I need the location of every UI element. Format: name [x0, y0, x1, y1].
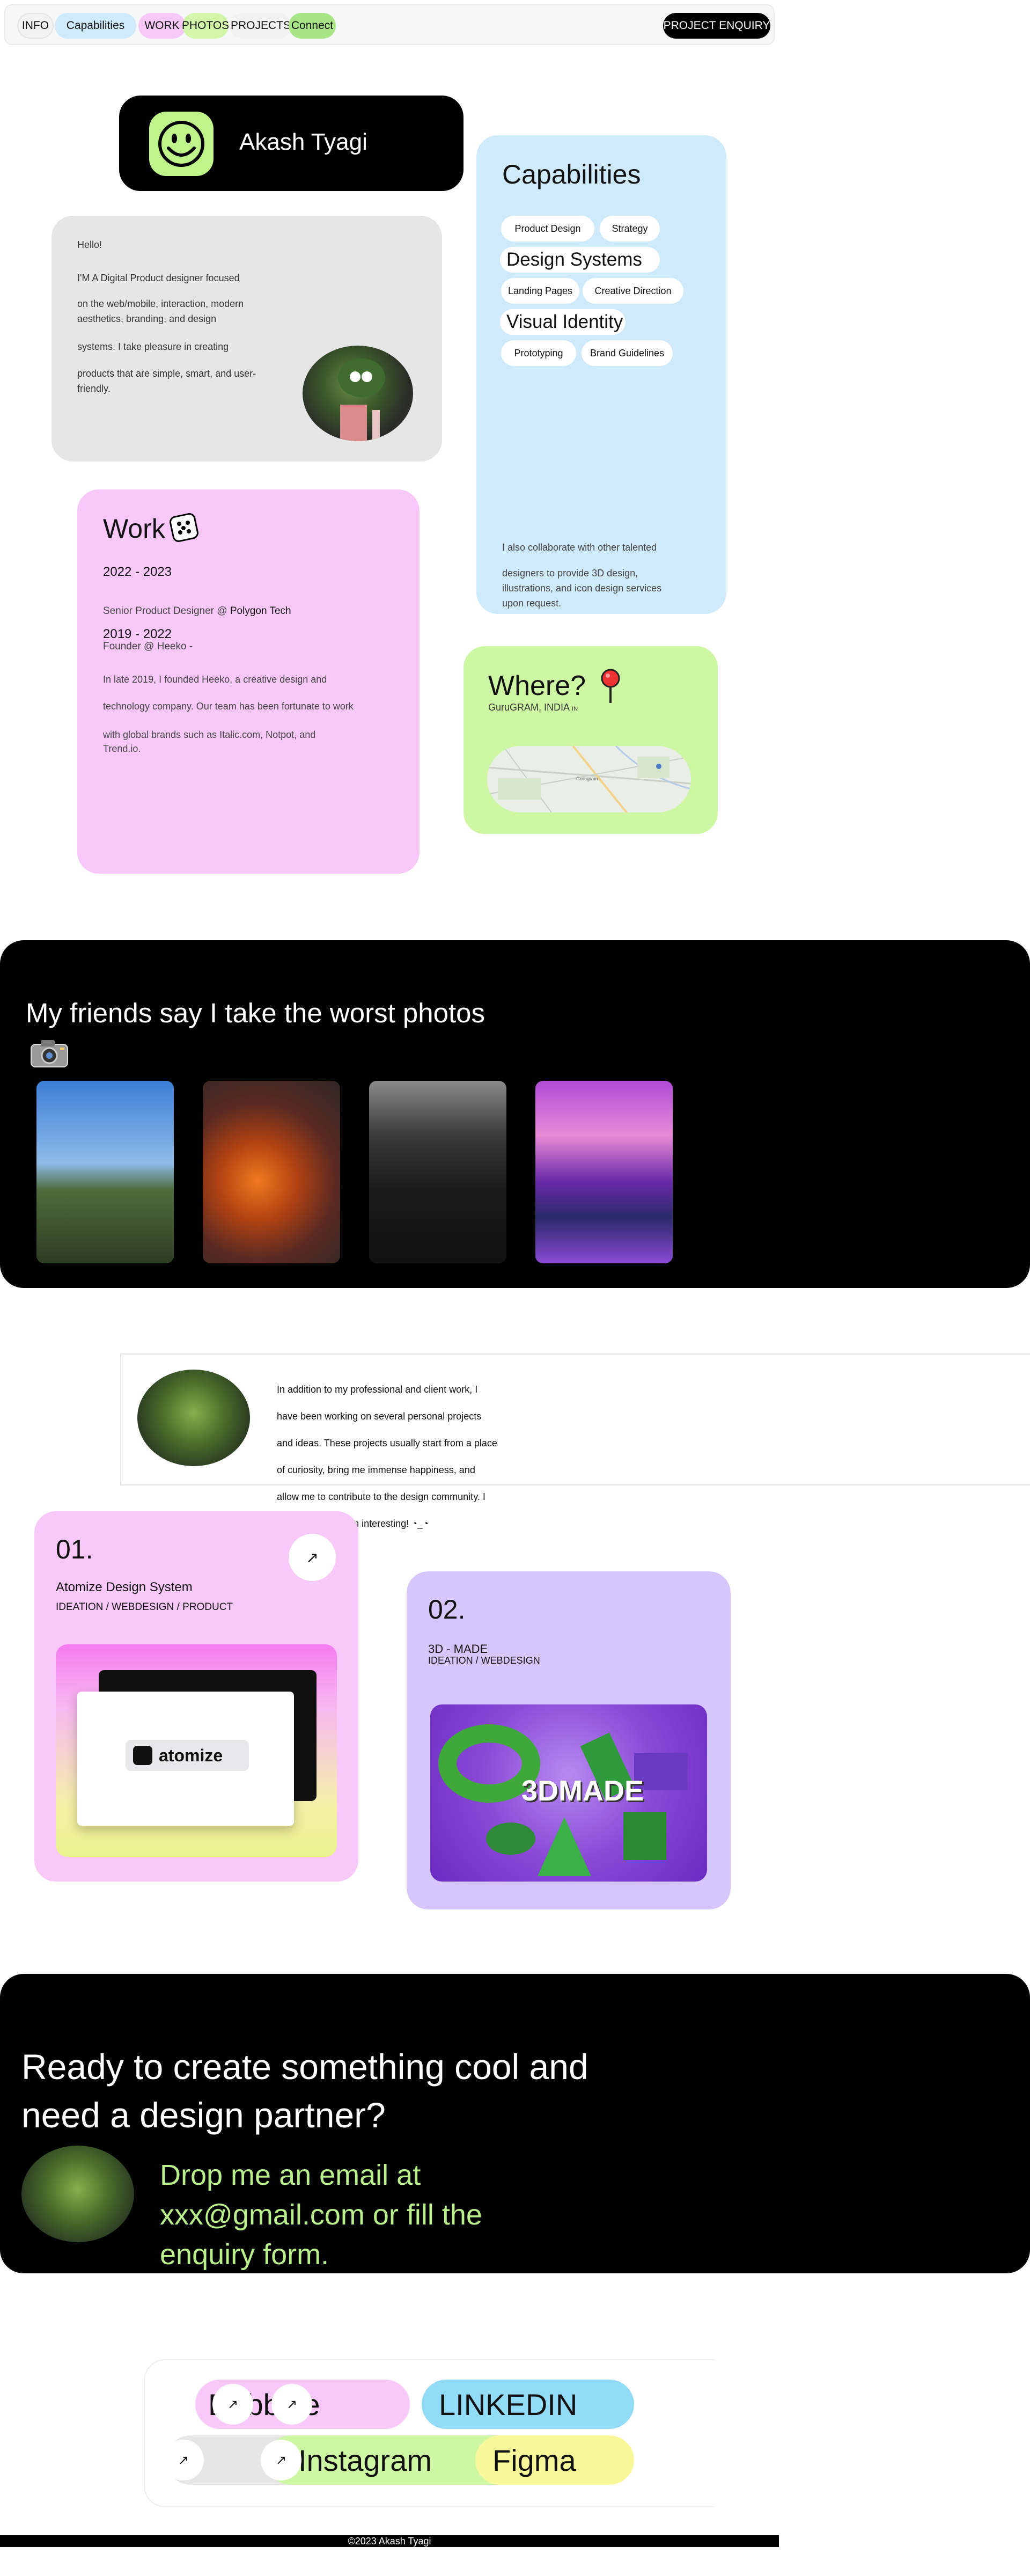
arrow-up-right-icon[interactable]: ↗: [261, 2440, 301, 2480]
project-tags: IDEATION / WEBDESIGN: [428, 1655, 540, 1666]
pin-icon: [600, 668, 621, 708]
name-card: Akash Tyagi: [119, 96, 464, 191]
top-nav: INFO Capabilities WORK PHOTOS PROJECTS C…: [4, 4, 775, 45]
nav-connect-link[interactable]: Connect: [289, 13, 336, 39]
location-text: GuruGRAM, INDIA IN: [488, 702, 578, 713]
nav-info-link[interactable]: INFO: [17, 13, 54, 39]
work-desc-1: In late 2019, I founded Heeko, a creativ…: [103, 674, 327, 685]
projects-intro: In addition to my professional and clien…: [120, 1353, 1030, 1529]
photo-night-city[interactable]: [369, 1081, 506, 1263]
work-desc-3: with global brands such as Italic.com, N…: [103, 729, 316, 754]
location-country-code: IN: [572, 706, 578, 712]
project-title: 3D - MADE: [428, 1642, 488, 1656]
profile-name: Akash Tyagi: [239, 129, 367, 155]
work-card: Work 2022 - 2023 Senior Product Designer…: [77, 489, 420, 874]
instagram-label: Instagram: [298, 2443, 432, 2477]
nav-projects-link[interactable]: PROJECTS: [230, 13, 292, 39]
project-image: 3DMADE: [430, 1704, 707, 1882]
smiley-icon: [149, 112, 214, 176]
nav-photos-link[interactable]: PHOTOS: [182, 13, 229, 39]
about-line-1: I'M A Digital Product designer focused: [77, 273, 240, 283]
project-image: atomize: [56, 1644, 337, 1857]
capability-tag: Product Design: [501, 216, 594, 241]
location-map[interactable]: Gurugram: [487, 746, 691, 813]
project-number: 02.: [428, 1594, 466, 1624]
about-line-4: products that are simple, smart, and use…: [77, 368, 256, 394]
arrow-up-right-icon[interactable]: ↗: [212, 2384, 253, 2425]
work-period-2: 2019 - 2022: [103, 627, 172, 641]
map-label: Gurugram: [576, 776, 598, 781]
work-period-1: 2022 - 2023: [103, 565, 172, 579]
photos-section: My friends say I take the worst photos: [0, 940, 1030, 1288]
cta-title: Ready to create something cool and need …: [21, 2047, 588, 2135]
capability-tag: Landing Pages: [501, 278, 579, 304]
arrow-up-right-icon[interactable]: ↗: [163, 2440, 204, 2480]
where-title: Where?: [488, 670, 586, 701]
photo-room[interactable]: [203, 1081, 340, 1263]
project-enquiry-button[interactable]: PROJECT ENQUIRY: [663, 13, 770, 39]
work-title: Work: [103, 514, 165, 544]
nav-capabilities-link[interactable]: Capabilities: [55, 13, 136, 39]
project-card-1[interactable]: 01. Atomize Design System IDEATION / WEB…: [34, 1511, 358, 1882]
work-role-2: Founder @ Heeko -: [103, 641, 193, 652]
project-number: 01.: [56, 1534, 93, 1564]
arrow-up-right-icon[interactable]: ↗: [289, 1534, 336, 1581]
avatar: [303, 346, 413, 441]
greeting: Hello!: [77, 239, 102, 250]
capability-tag-large: Visual Identity: [500, 309, 626, 335]
capabilities-title: Capabilities: [502, 159, 641, 189]
atomize-logo-text: atomize: [159, 1745, 223, 1765]
capability-tag: Brand Guidelines: [582, 340, 673, 366]
social-links: Dribbble ↗ ↗ LINKEDIN Instagram ↗ ↗ Figm…: [144, 2359, 715, 2507]
capabilities-note-line-1: I also collaborate with other talented: [502, 542, 657, 553]
avatar: [137, 1370, 250, 1466]
capabilities-note-line-2: designers to provide 3D design, illustra…: [502, 568, 662, 609]
project-title: Atomize Design System: [56, 1580, 193, 1594]
capability-tag: Strategy: [600, 216, 660, 241]
contact-cta: Ready to create something cool and need …: [0, 1974, 1030, 2273]
work-desc-2: technology company. Our team has been fo…: [103, 701, 354, 712]
capability-tag-large: Design Systems: [500, 247, 660, 273]
photos-title: My friends say I take the worst photos: [26, 998, 485, 1028]
project-tags: IDEATION / WEBDESIGN / PRODUCT: [56, 1601, 233, 1613]
capability-tag: Creative Direction: [583, 278, 683, 304]
work-company-1: Polygon Tech: [230, 605, 291, 617]
linkedin-label: LINKEDIN: [439, 2387, 578, 2421]
avatar: [21, 2146, 134, 2242]
arrow-up-right-icon[interactable]: ↗: [271, 2384, 312, 2425]
about-line-3: systems. I take pleasure in creating: [77, 341, 229, 352]
3dmade-logo-text: 3DMADE: [521, 1775, 644, 1807]
project-card-2[interactable]: 02. 3D - MADE IDEATION / WEBDESIGN 3DMAD…: [407, 1571, 731, 1909]
location-card: Where? GuruGRAM, INDIA IN Gurugram: [464, 646, 718, 834]
dice-icon: [168, 512, 200, 546]
linkedin-link[interactable]: LINKEDIN: [422, 2380, 634, 2429]
cta-text[interactable]: Drop me an email at xxx@gmail.com or fil…: [160, 2155, 514, 2274]
work-role-1-text: Senior Product Designer @: [103, 605, 230, 617]
photo-hills[interactable]: [36, 1081, 174, 1263]
dashboard-mockup: atomize: [77, 1692, 294, 1826]
footer: ©2023 Akash Tyagi: [0, 2535, 779, 2547]
about-card: Hello! I'M A Digital Product designer fo…: [52, 216, 442, 462]
figma-label: Figma: [492, 2443, 576, 2477]
about-line-2: on the web/mobile, interaction, modern a…: [77, 298, 244, 324]
photo-waterfront[interactable]: [535, 1081, 673, 1263]
nav-work-link[interactable]: WORK: [138, 13, 186, 39]
camera-icon: [29, 1037, 70, 1072]
capability-tag: Prototyping: [501, 340, 576, 366]
location-city: GuruGRAM, INDIA: [488, 702, 570, 713]
atomize-badge: atomize: [126, 1740, 249, 1771]
figma-link[interactable]: Figma: [475, 2435, 634, 2485]
capabilities-note: I also collaborate with other talented d…: [502, 540, 679, 611]
capabilities-card: Capabilities Product Design Strategy Des…: [476, 135, 726, 614]
work-role-1: Senior Product Designer @ Polygon Tech: [103, 605, 291, 617]
